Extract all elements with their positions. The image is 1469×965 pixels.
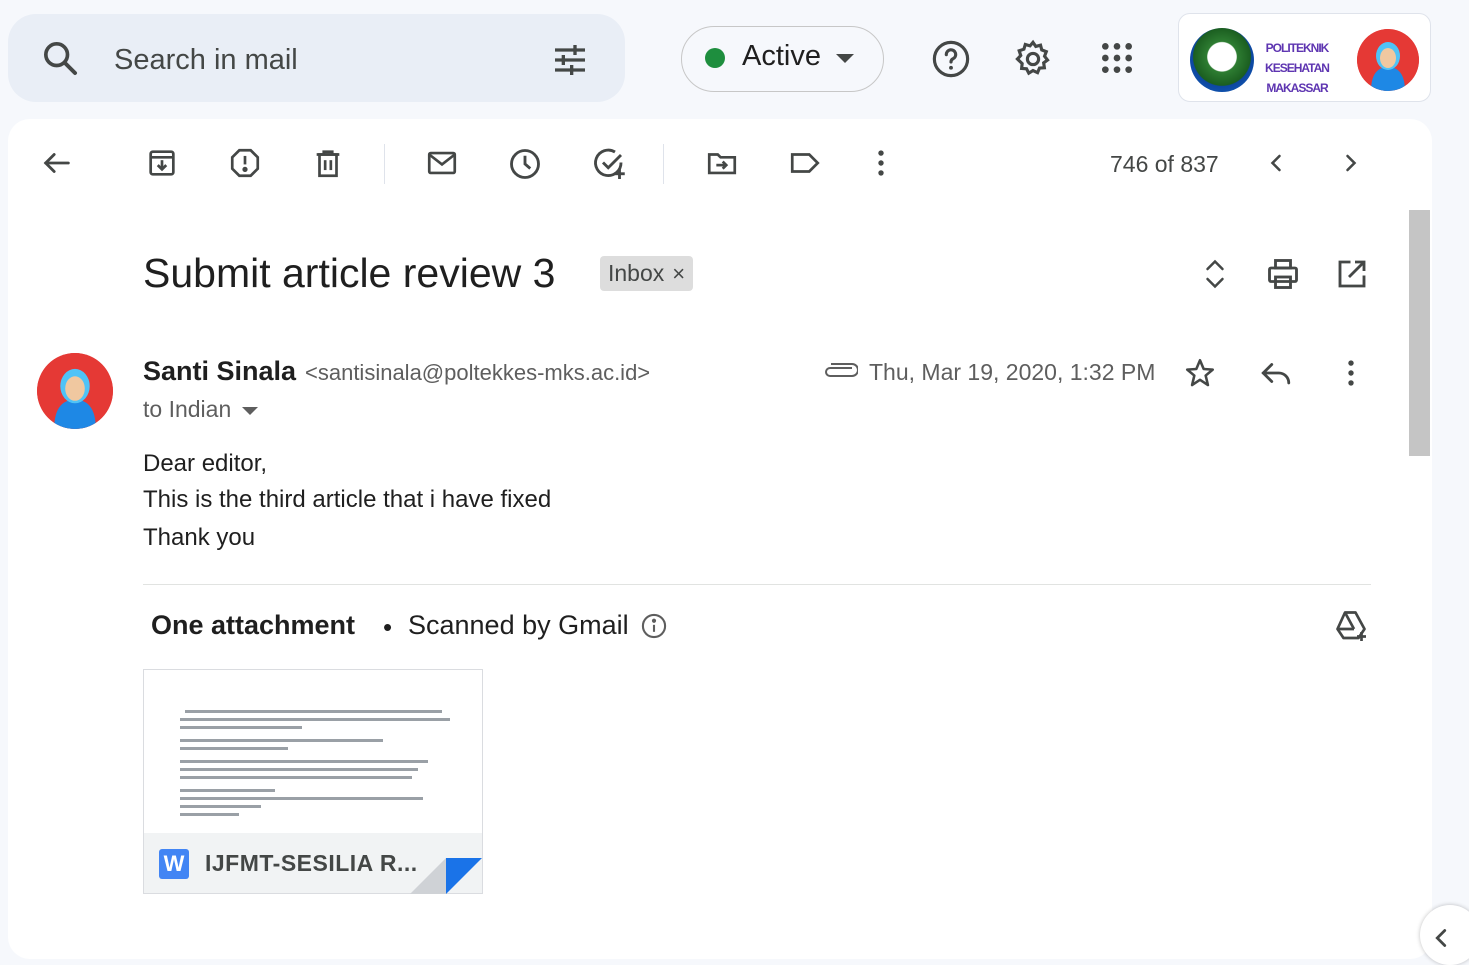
more-vert-icon[interactable] [864, 146, 898, 180]
divider [143, 584, 1371, 585]
message-subject: Submit article review 3 [143, 250, 556, 296]
recipient-line: to Indian [143, 396, 232, 422]
search-input[interactable] [114, 38, 514, 82]
message-body-line: Dear editor, [143, 450, 268, 477]
search-icon[interactable] [40, 38, 80, 78]
reply-icon[interactable] [1259, 356, 1293, 390]
add-task-icon[interactable] [590, 146, 628, 182]
move-to-icon[interactable] [704, 146, 740, 180]
archive-icon[interactable] [145, 146, 179, 180]
message-date: Thu, Mar 19, 2020, 1:32 PM [869, 359, 1156, 385]
page-fold-icon [410, 858, 446, 894]
scanned-by-gmail-label: Scanned by Gmail [408, 610, 629, 640]
status-label: Active [742, 40, 821, 72]
attachment-file-name[interactable]: IJFMT-SESILIA R... [205, 850, 418, 877]
label-chip-inbox[interactable]: Inbox × [600, 256, 694, 291]
star-icon[interactable] [1183, 356, 1217, 390]
older-message-icon[interactable] [1337, 146, 1365, 180]
snooze-icon[interactable] [507, 146, 543, 182]
help-icon[interactable] [930, 38, 972, 80]
label-chip-text: Inbox [608, 260, 665, 286]
search-options-icon[interactable] [550, 40, 590, 80]
status-dot-icon [705, 48, 725, 68]
scrollbar-thumb[interactable] [1409, 210, 1430, 456]
attachment-count: One attachment [151, 610, 356, 640]
sender-avatar[interactable] [37, 353, 113, 429]
toolbar-divider [663, 144, 664, 184]
sender-email: <santisinala@poltekkes-mks.ac.id> [305, 360, 651, 385]
mark-unread-icon[interactable] [424, 146, 460, 180]
open-in-new-window-icon[interactable] [1334, 256, 1370, 292]
apps-icon[interactable] [1097, 38, 1137, 78]
print-icon[interactable] [1264, 256, 1302, 292]
organization-logo [1190, 28, 1254, 92]
newer-message-icon[interactable] [1262, 146, 1290, 180]
message-body-line: This is the third article that i have fi… [143, 486, 552, 513]
file-type-corner [446, 858, 482, 894]
expand-all-icon[interactable] [1200, 256, 1230, 292]
message-body-line: Thank you [143, 524, 256, 551]
attachment-preview [180, 710, 450, 821]
chevron-down-icon [836, 54, 854, 63]
add-to-drive-icon[interactable] [1332, 608, 1370, 644]
sender-name[interactable]: Santi Sinala [143, 356, 296, 387]
more-vert-icon[interactable] [1334, 356, 1368, 390]
attachment-icon [822, 360, 858, 382]
label-icon[interactable] [787, 146, 823, 180]
show-details-icon[interactable] [242, 407, 258, 415]
delete-icon[interactable] [311, 146, 345, 180]
settings-icon[interactable] [1012, 38, 1054, 80]
back-arrow-icon[interactable] [40, 146, 74, 180]
organization-name: POLITEKNIK KESEHATAN MAKASSAR [1265, 41, 1330, 95]
side-panel-toggle[interactable] [1420, 905, 1469, 965]
word-file-icon: W [159, 849, 189, 879]
page-counter: 746 of 837 [1110, 151, 1219, 177]
info-icon[interactable] [640, 612, 668, 640]
account-avatar[interactable] [1357, 29, 1419, 91]
toolbar-divider [384, 144, 385, 184]
report-spam-icon[interactable] [228, 146, 262, 180]
separator-dot: • [383, 612, 393, 642]
remove-label-icon[interactable]: × [672, 261, 685, 286]
